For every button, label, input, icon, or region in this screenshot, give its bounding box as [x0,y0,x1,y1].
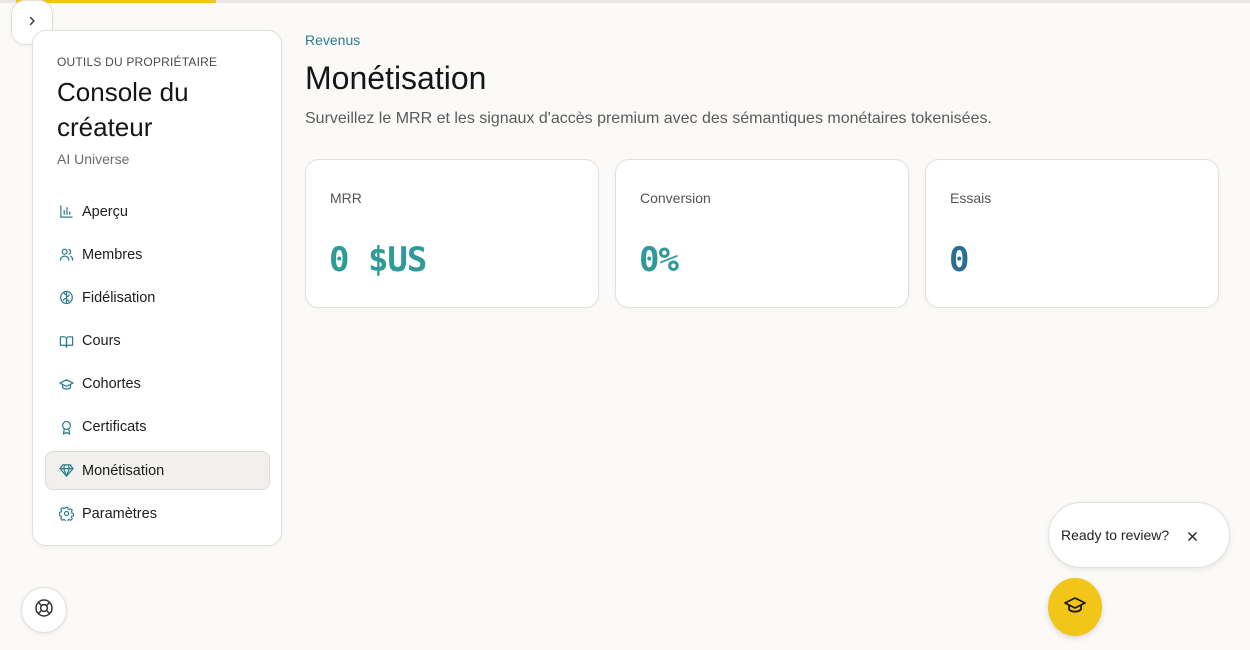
metric-value: 0% [639,240,679,280]
sidebar-item-cours[interactable]: Cours [45,322,270,361]
learning-fab-button[interactable] [1048,578,1102,636]
sidebar-nav: Aperçu Membres Fidélisation Cours Cohort… [45,192,270,538]
sidebar-item-label: Certificats [82,419,147,436]
page-kicker: Revenus [305,32,361,48]
sidebar-item-monetisation[interactable]: Monétisation [45,451,270,491]
page-subtitle: Surveillez le MRR et les signaux d'accès… [305,110,992,127]
sidebar-subtitle: AI Universe [57,151,130,167]
sidebar-title: Console du créateur [57,77,189,142]
gem-icon [58,463,74,479]
award-icon [58,419,74,435]
metric-card-essais: Essais 0 [925,159,1219,308]
help-button[interactable] [21,587,67,633]
graduation-cap-icon [58,376,74,392]
metric-card-conversion: Conversion 0% [615,159,909,308]
metric-label: Essais [950,190,992,206]
sidebar-item-parametres[interactable]: Paramètres [45,494,270,533]
metric-label: Conversion [640,190,711,206]
sidebar-item-certificats[interactable]: Certificats [45,408,270,447]
sidebar-item-label: Cohortes [82,376,141,393]
sidebar-item-label: Cours [82,333,121,350]
sidebar-item-label: Membres [82,246,143,263]
lifebuoy-icon [34,598,54,623]
graduation-cap-icon [1063,593,1087,622]
sidebar-item-apercu[interactable]: Aperçu [45,192,270,231]
sidebar-kicker: OUTILS DU PROPRIÉTAIRE [57,55,218,69]
users-icon [58,247,74,263]
chevron-right-icon [26,14,38,32]
book-open-icon [58,333,74,349]
brain-icon [58,290,74,306]
sidebar-item-cohortes[interactable]: Cohortes [45,365,270,404]
sidebar-item-membres[interactable]: Membres [45,235,270,274]
sidebar-item-label: Monétisation [82,462,165,479]
sidebar-item-fidelisation[interactable]: Fidélisation [45,278,270,317]
page-title: Monétisation [305,60,487,96]
metric-card-mrr: MRR 0 $US [305,159,599,308]
gear-icon [58,506,74,522]
metric-value: 0 [949,240,970,280]
bar-chart-icon [58,204,74,220]
metric-value: 0 $US [329,240,427,280]
close-icon[interactable] [1183,527,1201,545]
review-prompt: Ready to review? [1048,502,1230,568]
sidebar-item-label: Fidélisation [82,289,156,306]
sidebar-item-label: Paramètres [82,505,157,522]
review-prompt-text: Ready to review? [1061,527,1170,543]
sidebar-item-label: Aperçu [82,203,128,220]
metric-label: MRR [330,190,362,206]
sidebar: OUTILS DU PROPRIÉTAIRE Console du créate… [32,30,282,546]
